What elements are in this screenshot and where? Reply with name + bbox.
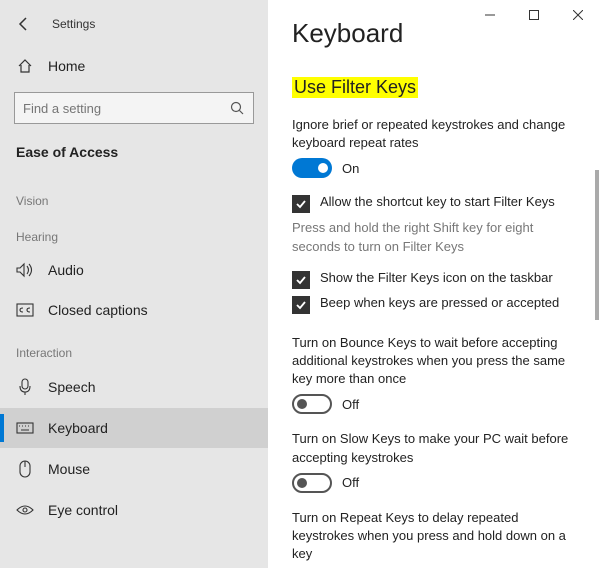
checkmark-icon (292, 195, 310, 213)
show-icon-checkbox[interactable]: Show the Filter Keys icon on the taskbar (292, 270, 576, 289)
nav-item-label: Mouse (48, 461, 90, 477)
nav-home-label: Home (48, 58, 85, 74)
checkmark-icon (292, 296, 310, 314)
allow-shortcut-label: Allow the shortcut key to start Filter K… (320, 194, 555, 209)
slow-keys-toggle[interactable] (292, 473, 332, 493)
section-interaction: Interaction (0, 330, 268, 366)
section-vision: Vision (0, 178, 268, 214)
beep-checkbox[interactable]: Beep when keys are pressed or accepted (292, 295, 576, 314)
section-heading: Use Filter Keys (292, 77, 418, 98)
nav-item-keyboard[interactable]: Keyboard (0, 408, 268, 448)
titlebar: Settings (0, 8, 268, 48)
window-controls (468, 0, 600, 30)
filter-keys-desc: Ignore brief or repeated keystrokes and … (292, 116, 576, 152)
checkmark-icon (292, 271, 310, 289)
audio-icon (16, 262, 34, 278)
search-input[interactable] (23, 101, 229, 116)
nav-item-closed-captions[interactable]: Closed captions (0, 290, 268, 330)
back-button[interactable] (12, 12, 36, 36)
nav-item-audio[interactable]: Audio (0, 250, 268, 290)
search-box[interactable] (14, 92, 254, 124)
app-title: Settings (52, 17, 95, 31)
repeat-keys-desc: Turn on Repeat Keys to delay repeated ke… (292, 509, 576, 564)
nav-item-mouse[interactable]: Mouse (0, 448, 268, 490)
section-hearing: Hearing (0, 214, 268, 250)
mouse-icon (16, 460, 34, 478)
home-icon (16, 58, 34, 74)
keyboard-icon (16, 422, 34, 434)
nav-home[interactable]: Home (0, 48, 268, 84)
mic-icon (16, 378, 34, 396)
nav-item-label: Keyboard (48, 420, 108, 436)
beep-label: Beep when keys are pressed or accepted (320, 295, 559, 310)
cc-icon (16, 303, 34, 317)
filter-keys-toggle[interactable] (292, 158, 332, 178)
scrollbar-thumb[interactable] (595, 170, 599, 320)
eye-icon (16, 504, 34, 516)
allow-shortcut-help: Press and hold the right Shift key for e… (292, 219, 576, 255)
nav-item-label: Closed captions (48, 302, 148, 318)
bounce-keys-toggle[interactable] (292, 394, 332, 414)
filter-keys-toggle-label: On (342, 161, 359, 176)
nav-item-eye-control[interactable]: Eye control (0, 490, 268, 530)
bounce-keys-desc: Turn on Bounce Keys to wait before accep… (292, 334, 576, 389)
nav-item-speech[interactable]: Speech (0, 366, 268, 408)
show-icon-label: Show the Filter Keys icon on the taskbar (320, 270, 553, 285)
minimize-button[interactable] (468, 0, 512, 30)
close-button[interactable] (556, 0, 600, 30)
allow-shortcut-checkbox[interactable]: Allow the shortcut key to start Filter K… (292, 194, 576, 213)
sidebar: Settings Home Ease of Access Vision Hear… (0, 0, 268, 568)
main-content: Keyboard Use Filter Keys Ignore brief or… (268, 0, 600, 568)
search-icon (229, 100, 245, 116)
slow-keys-desc: Turn on Slow Keys to make your PC wait b… (292, 430, 576, 466)
slow-keys-toggle-label: Off (342, 475, 359, 490)
bounce-keys-toggle-label: Off (342, 397, 359, 412)
nav-item-label: Audio (48, 262, 84, 278)
category-header: Ease of Access (0, 138, 268, 178)
nav-item-label: Speech (48, 379, 95, 395)
nav-item-label: Eye control (48, 502, 118, 518)
maximize-button[interactable] (512, 0, 556, 30)
